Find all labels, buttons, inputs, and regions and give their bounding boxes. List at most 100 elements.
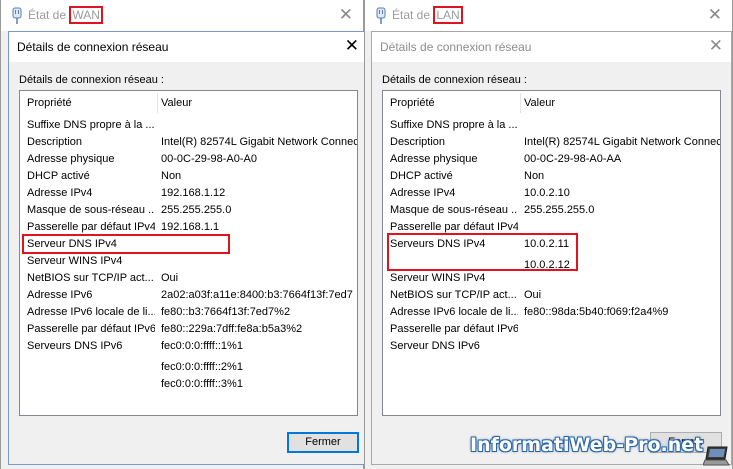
list-item[interactable]: Suffixe DNS propre à la ... (20, 117, 357, 134)
column-header-value[interactable]: Valeur (524, 97, 555, 109)
network-adapter-icon (376, 7, 386, 24)
property-label: Suffixe DNS propre à la ... (27, 119, 155, 131)
list-item[interactable]: Passerelle par défaut IPv6 fe80::229a:7df… (20, 321, 357, 338)
property-label: Adresse IPv6 locale de li... (27, 306, 155, 318)
wan-title-highlight: WAN (69, 6, 103, 24)
property-label: Adresse physique (27, 153, 115, 165)
column-separator[interactable] (520, 93, 521, 113)
list-item[interactable]: Serveur WINS IPv4 (20, 253, 357, 270)
property-label: Masque de sous-réseau ... (27, 204, 155, 216)
property-value: Oui (524, 289, 542, 301)
column-header-property[interactable]: Propriété (27, 97, 72, 109)
section-label: Détails de connexion réseau : (382, 74, 527, 86)
list-item[interactable]: Masque de sous-réseau ... 255.255.255.0 (20, 202, 357, 219)
list-item[interactable]: Adresse IPv4 10.0.2.10 (383, 185, 720, 202)
list-item[interactable]: Suffixe DNS propre à la ... (383, 117, 720, 134)
property-value: 255.255.255.0 (161, 204, 232, 216)
property-value: 255.255.255.0 (524, 204, 595, 216)
list-item[interactable]: Adresse IPv6 locale de li... fe80::98da:5… (383, 304, 720, 321)
list-header: Propriété Valeur (20, 91, 357, 116)
network-adapter-icon (12, 7, 22, 24)
property-value: Oui (161, 272, 179, 284)
property-label: Serveur WINS IPv4 (390, 272, 486, 284)
laptop-icon (703, 446, 730, 466)
property-label: Adresse IPv4 (390, 187, 456, 199)
property-value: fe80::b3:7664f13f:7ed7%2 (161, 306, 291, 318)
property-label: DHCP activé (390, 170, 453, 182)
close-icon[interactable]: ✕ (709, 37, 723, 54)
dns-ipv4-highlight-box (387, 233, 578, 271)
property-value: 192.168.1.12 (161, 187, 226, 199)
property-label: Serveurs DNS IPv6 (27, 340, 123, 352)
lan-details-titlebar: Détails de connexion réseau ✕ (372, 32, 731, 62)
list-item[interactable]: Adresse IPv6 2a02:a03f:a11e:8400:b3:7664f… (20, 287, 357, 304)
dns-ipv4-highlight-box (22, 234, 230, 254)
section-label: Détails de connexion réseau : (19, 74, 164, 86)
property-label: Serveur DNS IPv6 (390, 340, 480, 352)
wan-status-title: État de WAN (28, 6, 103, 24)
list-item[interactable]: DHCP activé Non (383, 168, 720, 185)
property-value: 192.168.1.1 (161, 221, 220, 233)
property-label: Description (390, 136, 446, 148)
property-label: Suffixe DNS propre à la ... (390, 119, 518, 131)
dns-ipv6-extra-1: fec0:0:0:ffff::2%1 (161, 361, 243, 373)
column-header-value[interactable]: Valeur (161, 97, 192, 109)
list-item[interactable]: NetBIOS sur TCP/IP act... Oui (20, 270, 357, 287)
property-value: Non (161, 170, 182, 182)
property-value: 00-0C-29-98-A0-A0 (161, 153, 257, 165)
list-item[interactable]: Serveur DNS IPv6 (383, 338, 720, 355)
lan-status-titlebar: État de LAN ✕ (365, 0, 732, 31)
property-value: 00-0C-29-98-A0-AA (524, 153, 622, 165)
property-label: Masque de sous-réseau ... (390, 204, 518, 216)
wan-details-dialog: Détails de connexion réseau ✕ Détails de… (8, 31, 368, 465)
lan-title-highlight: LAN (433, 6, 463, 24)
list-item[interactable]: Adresse physique 00-0C-29-98-A0-AA (383, 151, 720, 168)
property-value: 2a02:a03f:a11e:8400:b3:7664f13f:7ed7 (161, 289, 353, 301)
property-value: Intel(R) 82574L Gigabit Network Connect (524, 136, 721, 148)
list-item[interactable]: Serveurs DNS IPv6 fec0:0:0:ffff::1%1 (20, 338, 357, 355)
property-label: NetBIOS sur TCP/IP act... (27, 272, 154, 284)
property-label: Adresse IPv6 locale de li... (390, 306, 518, 318)
property-label: Serveur WINS IPv4 (27, 255, 123, 267)
property-label: NetBIOS sur TCP/IP act... (390, 289, 517, 301)
watermark: InformatiWeb-Pro.net (470, 434, 704, 456)
lan-status-title: État de LAN (392, 6, 463, 24)
property-value: Non (524, 170, 545, 182)
list-item[interactable]: Masque de sous-réseau ... 255.255.255.0 (383, 202, 720, 219)
dns-ipv6-extra-2: fec0:0:0:ffff::3%1 (161, 378, 243, 390)
lan-details-dialog: Détails de connexion réseau ✕ Détails de… (371, 31, 732, 465)
list-item[interactable]: Description Intel(R) 82574L Gigabit Netwo… (20, 134, 357, 151)
property-value: fe80::229a:7dff:fe8a:b5a3%2 (161, 323, 303, 335)
list-item[interactable]: Description Intel(R) 82574L Gigabit Netwo… (383, 134, 720, 151)
property-label: Adresse IPv6 (27, 289, 93, 301)
column-header-property[interactable]: Propriété (390, 97, 435, 109)
list-item[interactable]: NetBIOS sur TCP/IP act... Oui (383, 287, 720, 304)
close-button[interactable]: Fermer (287, 432, 359, 453)
wan-details-titlebar: Détails de connexion réseau ✕ (9, 32, 367, 62)
property-label: Passerelle par défaut IPv6 (390, 323, 518, 335)
property-label: DHCP activé (27, 170, 90, 182)
property-value: fe80::98da:5b40:f069:f2a4%9 (524, 306, 669, 318)
close-icon[interactable]: ✕ (708, 6, 722, 23)
list-header: Propriété Valeur (383, 91, 720, 116)
dialog-title: Détails de connexion réseau (380, 40, 532, 54)
property-label: Adresse IPv4 (27, 187, 93, 199)
close-icon[interactable]: ✕ (345, 37, 359, 54)
close-icon[interactable]: ✕ (339, 6, 353, 23)
list-item[interactable]: Adresse IPv4 192.168.1.12 (20, 185, 357, 202)
property-value: fec0:0:0:ffff::1%1 (161, 340, 243, 352)
property-label: Description (27, 136, 83, 148)
list-item[interactable]: Adresse physique 00-0C-29-98-A0-A0 (20, 151, 357, 168)
dialog-title: Détails de connexion réseau (17, 40, 169, 54)
property-label: Adresse physique (390, 153, 478, 165)
list-item[interactable]: Serveur WINS IPv4 (383, 270, 720, 287)
property-value: 10.0.2.10 (524, 187, 570, 199)
list-item[interactable]: DHCP activé Non (20, 168, 357, 185)
property-label: Passerelle par défaut IPv4 (390, 221, 518, 233)
column-separator[interactable] (157, 93, 158, 113)
property-value: Intel(R) 82574L Gigabit Network Connect (161, 136, 358, 148)
list-item[interactable]: Passerelle par défaut IPv6 (383, 321, 720, 338)
property-label: Passerelle par défaut IPv4 (27, 221, 155, 233)
list-item[interactable]: Adresse IPv6 locale de li... fe80::b3:766… (20, 304, 357, 321)
wan-status-titlebar: État de WAN ✕ (1, 0, 363, 31)
